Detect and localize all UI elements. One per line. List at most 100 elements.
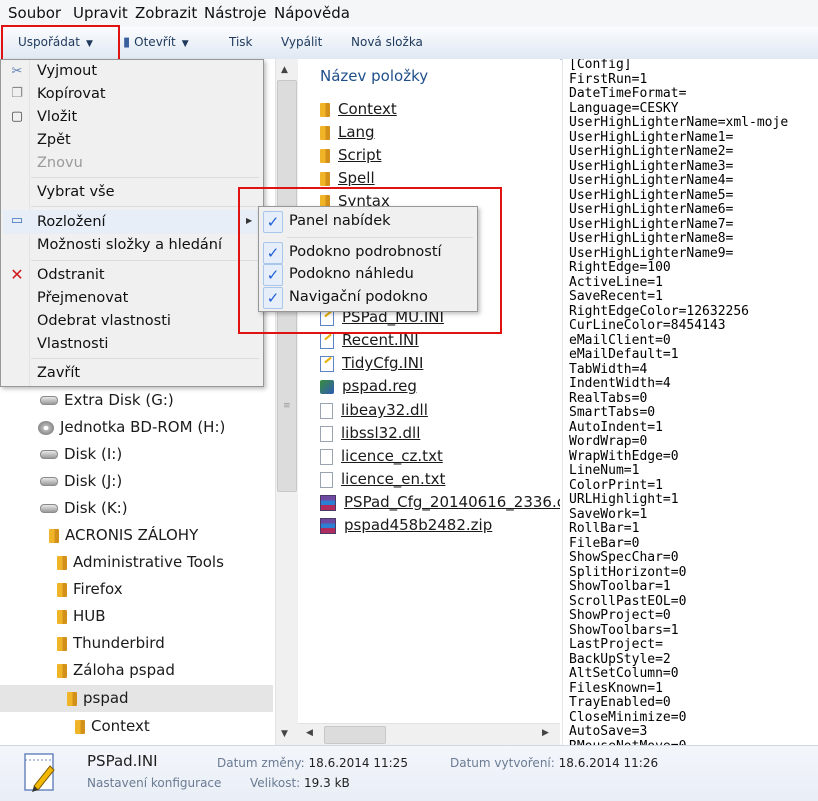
file-list-horizontal-scrollbar[interactable]: ◀ ▶ bbox=[298, 723, 560, 746]
preview-line: TabWidth=4 bbox=[569, 361, 648, 377]
preview-line: eMailDefault=1 bbox=[569, 347, 679, 362]
command-bar: Uspořádat ▼ ▮ Otevřít ▼ Tisk Vypálit Nová s… bbox=[0, 27, 818, 60]
menu-item-undo[interactable]: Zpět bbox=[37, 132, 71, 148]
chevron-down-icon: ▼ bbox=[181, 39, 189, 49]
nav-item-disk-k[interactable]: Disk (K:) bbox=[0, 495, 273, 522]
list-item[interactable]: Lang bbox=[320, 121, 375, 143]
list-item[interactable]: PSPad_Cfg_20140616_2336.cab bbox=[320, 491, 560, 513]
menu-zobrazit[interactable]: Zobrazit bbox=[135, 4, 197, 22]
ini-file-icon bbox=[320, 332, 334, 349]
list-item[interactable]: Context bbox=[320, 98, 397, 120]
menu-item-select-all[interactable]: Vybrat vše bbox=[37, 184, 115, 200]
nav-item-hub[interactable]: HUB bbox=[0, 603, 273, 630]
preview-line: SaveWork=1 bbox=[569, 506, 648, 522]
list-item[interactable]: pspad458b2482.zip bbox=[320, 514, 492, 536]
preview-line: URLHighlight=1 bbox=[569, 492, 679, 507]
menu-item-delete[interactable]: Odstranit bbox=[37, 267, 105, 283]
scroll-down-arrow-icon[interactable]: ▼ bbox=[281, 729, 288, 739]
scroll-up-arrow-icon[interactable]: ▲ bbox=[281, 65, 288, 75]
scroll-right-arrow-icon[interactable]: ▶ bbox=[542, 728, 549, 738]
nav-item-administrative-tools[interactable]: Administrative Tools bbox=[0, 549, 273, 576]
details-file-type: Nastavení konfigurace bbox=[87, 776, 222, 790]
drive-icon bbox=[40, 477, 58, 486]
nav-item-zaloha-pspad[interactable]: Záloha pspad bbox=[0, 657, 273, 684]
menu-upravit[interactable]: Upravit bbox=[73, 4, 128, 22]
open-button[interactable]: ▮ Otevřít ▼ bbox=[123, 35, 189, 50]
preview-line: UserHighLighterName1= bbox=[569, 129, 734, 145]
preview-line: CloseMinimize=0 bbox=[569, 709, 687, 725]
print-button[interactable]: Tisk bbox=[229, 35, 253, 49]
menu-napoveda[interactable]: Nápověda bbox=[274, 4, 350, 22]
preview-line: UserHighLighterName3= bbox=[569, 158, 734, 174]
folder-icon bbox=[75, 719, 85, 734]
menu-item-rename[interactable]: Přejmenovat bbox=[37, 290, 128, 306]
menu-nastroje[interactable]: Nástroje bbox=[204, 4, 267, 22]
folder-icon bbox=[320, 148, 330, 163]
preview-line: UserHighLighterName4= bbox=[569, 173, 734, 188]
layout-icon: ▭ bbox=[10, 213, 24, 228]
burn-button[interactable]: Vypálit bbox=[281, 35, 322, 49]
preview-line: ShowToolbars=1 bbox=[569, 622, 679, 638]
folder-icon bbox=[320, 125, 330, 140]
scroll-left-arrow-icon[interactable]: ◀ bbox=[306, 728, 313, 738]
nav-item-bd-rom-h[interactable]: Jednotka BD-ROM (H:) bbox=[0, 414, 273, 441]
horizontal-scroll-thumb[interactable] bbox=[324, 726, 386, 744]
nav-item-context[interactable]: Context bbox=[0, 713, 273, 740]
open-with-icon: ▮ bbox=[123, 35, 131, 50]
preview-line: LastProject= bbox=[569, 637, 663, 652]
nav-item-extra-disk-g[interactable]: Extra Disk (G:) bbox=[0, 387, 273, 414]
details-modified: Datum změny: 18.6.2014 11:25 bbox=[217, 756, 408, 770]
details-size: Velikost: 19.3 kB bbox=[250, 776, 350, 790]
drive-icon bbox=[40, 504, 58, 513]
details-pane: PSPad.INI Nastavení konfigurace Datum zm… bbox=[0, 745, 818, 801]
preview-line: FilesKnown=1 bbox=[569, 680, 663, 696]
text-file-icon bbox=[320, 471, 333, 488]
folder-icon bbox=[57, 609, 67, 624]
preview-line: UserHighLighterName7= bbox=[569, 216, 734, 232]
nav-item-disk-i[interactable]: Disk (I:) bbox=[0, 441, 273, 468]
preview-line: CurLineColor=8454143 bbox=[569, 318, 726, 333]
list-item[interactable]: Script bbox=[320, 144, 382, 166]
list-item[interactable]: Spell bbox=[320, 167, 375, 189]
drive-icon bbox=[40, 450, 58, 459]
menu-item-properties[interactable]: Vlastnosti bbox=[37, 336, 108, 352]
scissors-icon: ✂ bbox=[11, 64, 23, 79]
copy-icon: ❐ bbox=[11, 86, 23, 101]
list-item[interactable]: licence_cz.txt bbox=[320, 445, 443, 467]
list-item[interactable]: TidyCfg.INI bbox=[320, 352, 423, 374]
drive-icon bbox=[40, 396, 58, 405]
menu-item-copy[interactable]: Kopírovat bbox=[37, 86, 106, 102]
menu-item-layout[interactable]: Rozložení bbox=[37, 214, 106, 230]
nav-item-thunderbird[interactable]: Thunderbird bbox=[0, 630, 273, 657]
preview-line: RealTabs=0 bbox=[569, 390, 648, 406]
preview-line: ScrollPastEOL=0 bbox=[569, 593, 687, 609]
menu-item-close[interactable]: Zavřít bbox=[37, 365, 80, 381]
menu-item-paste[interactable]: Vložit bbox=[37, 109, 77, 125]
column-header-name[interactable]: Název položky bbox=[320, 67, 428, 85]
nav-item-disk-j[interactable]: Disk (J:) bbox=[0, 468, 273, 495]
preview-line: ColorPrint=1 bbox=[569, 477, 663, 493]
list-item[interactable]: libeay32.dll bbox=[320, 399, 428, 421]
preview-line: UserHighLighterName=xml-moje bbox=[569, 115, 789, 130]
preview-line: AutoIndent=1 bbox=[569, 419, 663, 435]
nav-item-acronis[interactable]: ACRONIS ZÁLOHY bbox=[0, 522, 273, 549]
organize-menu: ✂ Vyjmout ❐ Kopírovat ▢ Vložit Zpět Znov… bbox=[0, 59, 264, 387]
preview-line: ShowToolbar=1 bbox=[569, 579, 671, 594]
preview-line: AutoSave=3 bbox=[569, 724, 648, 739]
details-created: Datum vytvoření: 18.6.2014 11:26 bbox=[450, 756, 659, 770]
menu-item-remove-properties[interactable]: Odebrat vlastnosti bbox=[37, 313, 171, 329]
new-folder-button[interactable]: Nová složka bbox=[351, 35, 423, 49]
menu-separator bbox=[31, 177, 259, 178]
preview-line: ShowProject=0 bbox=[569, 608, 671, 623]
menu-item-cut[interactable]: Vyjmout bbox=[37, 63, 97, 79]
preview-line: WrapWithEdge=0 bbox=[569, 448, 679, 464]
list-item[interactable]: libssl32.dll bbox=[320, 422, 420, 444]
grip-icon: ≡ bbox=[283, 401, 291, 411]
menu-soubor[interactable]: Soubor bbox=[8, 4, 61, 22]
menu-item-folder-options[interactable]: Možnosti složky a hledání bbox=[37, 237, 222, 253]
preview-line: RightEdgeColor=12632256 bbox=[569, 303, 750, 319]
list-item[interactable]: pspad.reg bbox=[320, 375, 417, 397]
nav-item-firefox[interactable]: Firefox bbox=[0, 576, 273, 603]
nav-item-pspad[interactable]: pspad bbox=[0, 685, 273, 712]
list-item[interactable]: licence_en.txt bbox=[320, 468, 445, 490]
